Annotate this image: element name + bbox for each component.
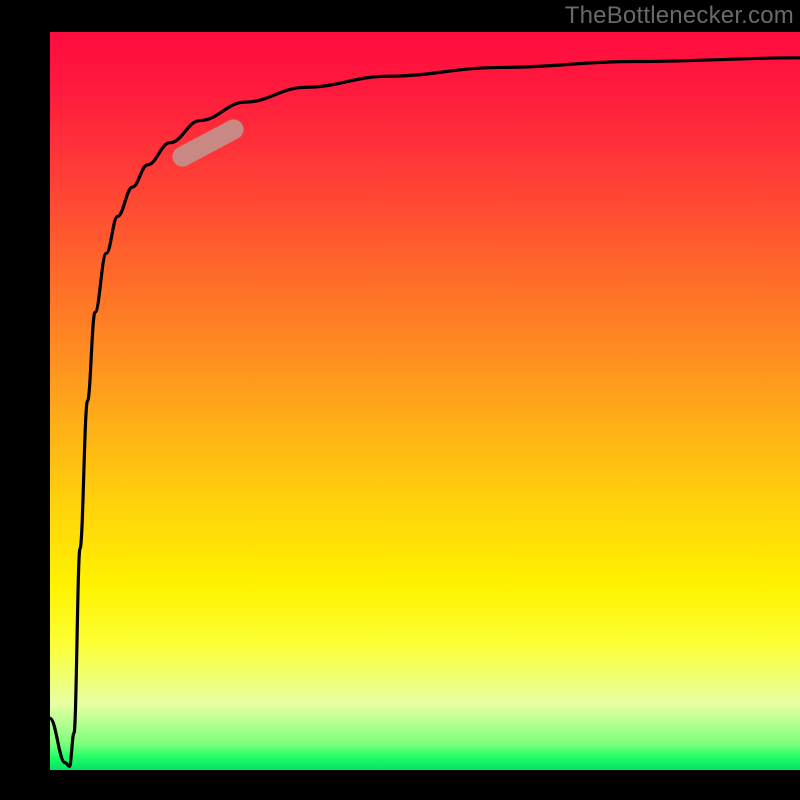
plot-gradient-background: [50, 32, 800, 770]
chart-frame: TheBottlenecker.com: [0, 0, 800, 800]
watermark-text: TheBottlenecker.com: [565, 2, 794, 30]
